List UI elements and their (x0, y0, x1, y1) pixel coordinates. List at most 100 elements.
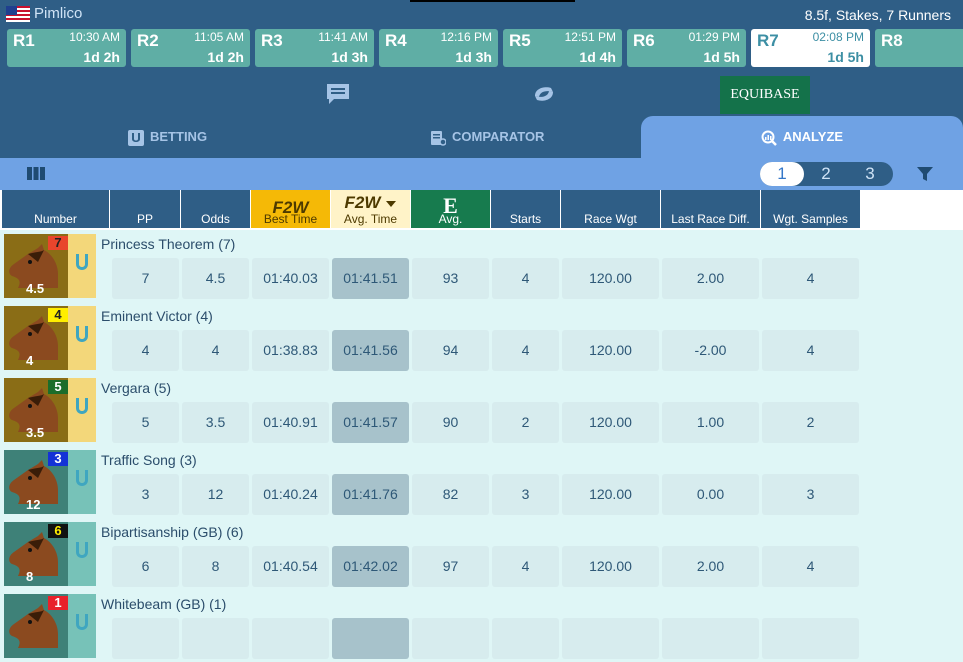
col-avg-time[interactable]: F2W Avg. Time (331, 190, 410, 228)
col-race-wgt[interactable]: Race Wgt (561, 190, 660, 228)
cell-avg-time: 01:42.02 (332, 546, 409, 587)
tab-betting[interactable]: BETTING (128, 116, 207, 158)
race-countdown: 1d 2h (207, 49, 244, 65)
cell-odds: 8 (182, 546, 249, 587)
race-tab[interactable]: R5 12:51 PM 1d 4h (503, 29, 622, 67)
col-equibase-avg[interactable]: E Avg. (411, 190, 490, 228)
cell-best-time: 01:40.03 (252, 258, 329, 299)
race-time: 12:16 PM (440, 30, 492, 44)
runner-silk[interactable]: 3 12 (4, 450, 96, 514)
col-wgt-samples[interactable]: Wgt. Samples (761, 190, 860, 228)
cell-odds: 4 (182, 330, 249, 371)
cell-pp: 6 (112, 546, 179, 587)
silk-odds: 3.5 (26, 425, 45, 440)
cell-wgt-samples: 3 (762, 474, 859, 515)
runner-number-tag: 6 (48, 524, 68, 538)
race-number: R5 (509, 31, 531, 50)
cell-wgt-samples: 4 (762, 546, 859, 587)
runner-name[interactable]: Eminent Victor (4) (101, 308, 213, 324)
cell-pp (112, 618, 179, 659)
runner-number-tag: 1 (48, 596, 68, 610)
tab-analyze[interactable]: ANALYZE (641, 116, 963, 158)
race-info: 8.5f, Stakes, 7 Runners (804, 7, 951, 23)
runner-silk[interactable]: 7 4.5 (4, 234, 96, 298)
race-number: R6 (633, 31, 655, 50)
cell-avg: 94 (412, 330, 489, 371)
runner-list: 7 4.5 Princess Theorem (7) 7 4.5 01:40.03 01:4… (0, 230, 963, 659)
runner-silk[interactable]: 68 (4, 522, 96, 586)
magnifier-chart-icon (761, 130, 777, 146)
race-tab[interactable]: R1 10:30 AM 1d 2h (7, 29, 126, 67)
col-last-race-diff[interactable]: Last Race Diff. (661, 190, 760, 228)
race-tab[interactable]: R6 01:29 PM 1d 5h (627, 29, 746, 67)
runner-row[interactable]: 6 8 Bipartisanship (GB) (6) 6 8 01:40.54 01:42… (0, 518, 963, 590)
race-tab[interactable]: R802:1 (875, 29, 963, 67)
col-odds-label: Odds (201, 212, 230, 226)
cell-race-wgt: 120.00 (562, 474, 659, 515)
equibase-button[interactable]: EQUIBASE (720, 76, 810, 114)
us-flag-icon (6, 6, 30, 22)
page-button[interactable]: 1 (760, 162, 804, 186)
camera-notch (410, 0, 575, 2)
horse-head-icon (9, 604, 58, 648)
runner-name[interactable]: Traffic Song (3) (101, 452, 197, 468)
cell-last-race-diff: 2.00 (662, 258, 759, 299)
chat-icon[interactable] (325, 82, 351, 106)
horseshoe-link-icon[interactable] (531, 82, 557, 106)
runner-row[interactable]: 4 4 Eminent Victor (4) 4 4 01:38.83 01:41.56 94… (0, 302, 963, 374)
runner-name[interactable]: Vergara (5) (101, 380, 171, 396)
cell-pp: 3 (112, 474, 179, 515)
race-number: R2 (137, 31, 159, 50)
track-name[interactable]: Pimlico (34, 5, 82, 22)
race-countdown: 1d 4h (579, 49, 616, 65)
race-countdown: 1d 5h (827, 49, 864, 65)
cell-odds: 3.5 (182, 402, 249, 443)
cell-best-time: 01:40.24 (252, 474, 329, 515)
cell-last-race-diff (662, 618, 759, 659)
cell-last-race-diff: 0.00 (662, 474, 759, 515)
cell-pp: 4 (112, 330, 179, 371)
cell-last-race-diff: 1.00 (662, 402, 759, 443)
race-number: R1 (13, 31, 35, 50)
cell-starts: 4 (492, 258, 559, 299)
runner-row[interactable]: 7 4.5 Princess Theorem (7) 7 4.5 01:40.03 01:4… (0, 230, 963, 302)
filter-icon[interactable] (917, 166, 933, 182)
col-best-time[interactable]: F2W Best Time (251, 190, 330, 228)
cell-avg: 90 (412, 402, 489, 443)
race-countdown: 1d 5h (703, 49, 740, 65)
page-button[interactable]: 3 (848, 162, 892, 186)
race-tab[interactable]: R7 02:08 PM 1d 5h (751, 29, 870, 67)
cell-avg-time (332, 618, 409, 659)
race-countdown: 1d 2h (83, 49, 120, 65)
top-bar: Pimlico 8.5f, Stakes, 7 Runners (0, 0, 963, 28)
runner-silk[interactable]: 44 (4, 306, 96, 370)
runner-row[interactable]: 3 12 Traffic Song (3) 3 12 01:40.24 01:41.76 82… (0, 446, 963, 518)
cell-odds: 12 (182, 474, 249, 515)
tab-comparator-label: COMPARATOR (452, 129, 545, 144)
col-pp[interactable]: PP (110, 190, 180, 228)
horseshoe-icon (76, 326, 88, 342)
horse-head-icon (9, 532, 58, 576)
col-equibase-avg-label: Avg. (438, 212, 463, 226)
col-wgt-samples-label: Wgt. Samples (773, 212, 848, 226)
col-starts[interactable]: Starts (491, 190, 560, 228)
horseshoe-icon (76, 470, 88, 486)
cell-avg: 97 (412, 546, 489, 587)
runner-row[interactable]: 5 3.5 Vergara (5) 5 3.5 01:40.91 01:41.57 90 2 12… (0, 374, 963, 446)
col-odds[interactable]: Odds (181, 190, 250, 228)
runner-name[interactable]: Princess Theorem (7) (101, 236, 235, 252)
icon-toolbar: EQUIBASE (0, 70, 963, 116)
runner-silk[interactable]: 1 (4, 594, 96, 658)
runner-row[interactable]: 1 Whitebeam (GB) (1) (0, 590, 963, 662)
race-tab[interactable]: R3 11:41 AM 1d 3h (255, 29, 374, 67)
cell-avg (412, 618, 489, 659)
race-tab[interactable]: R4 12:16 PM 1d 3h (379, 29, 498, 67)
tab-comparator[interactable]: COMPARATOR (430, 116, 544, 158)
col-number[interactable]: Number (2, 190, 109, 228)
page-button[interactable]: 2 (804, 162, 848, 186)
race-tab[interactable]: R2 11:05 AM 1d 2h (131, 29, 250, 67)
cell-wgt-samples (762, 618, 859, 659)
runner-name[interactable]: Bipartisanship (GB) (6) (101, 524, 243, 540)
columns-icon[interactable] (27, 167, 45, 180)
runner-silk[interactable]: 5 3.5 (4, 378, 96, 442)
